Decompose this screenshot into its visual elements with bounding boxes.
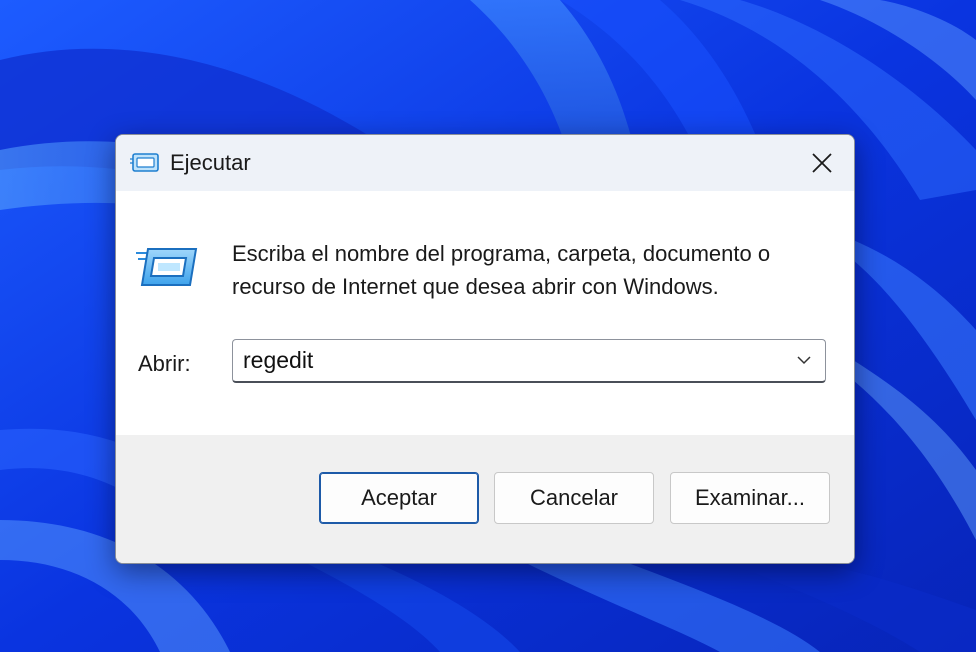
open-input[interactable] [233,340,783,380]
title-bar[interactable]: Ejecutar [116,135,854,191]
cancel-button[interactable]: Cancelar [494,472,654,524]
desktop: Ejecutar Escriba el nombre del programa,… [0,0,976,652]
run-icon [136,248,198,286]
dialog-footer: Aceptar Cancelar Examinar... [116,435,854,563]
open-label: Abrir: [138,351,191,376]
close-icon [812,153,832,173]
dialog-description: Escriba el nombre del programa, carpeta,… [232,241,771,299]
dialog-title: Ejecutar [170,150,251,175]
ok-button[interactable]: Aceptar [319,472,479,524]
chevron-down-icon [797,356,811,365]
open-combobox[interactable] [232,339,826,383]
browse-button[interactable]: Examinar... [670,472,830,524]
dropdown-button[interactable] [787,340,821,380]
run-icon [130,153,159,172]
dialog-body: Escriba el nombre del programa, carpeta,… [116,191,854,435]
close-button[interactable] [790,135,854,191]
run-dialog: Ejecutar Escriba el nombre del programa,… [115,134,855,564]
